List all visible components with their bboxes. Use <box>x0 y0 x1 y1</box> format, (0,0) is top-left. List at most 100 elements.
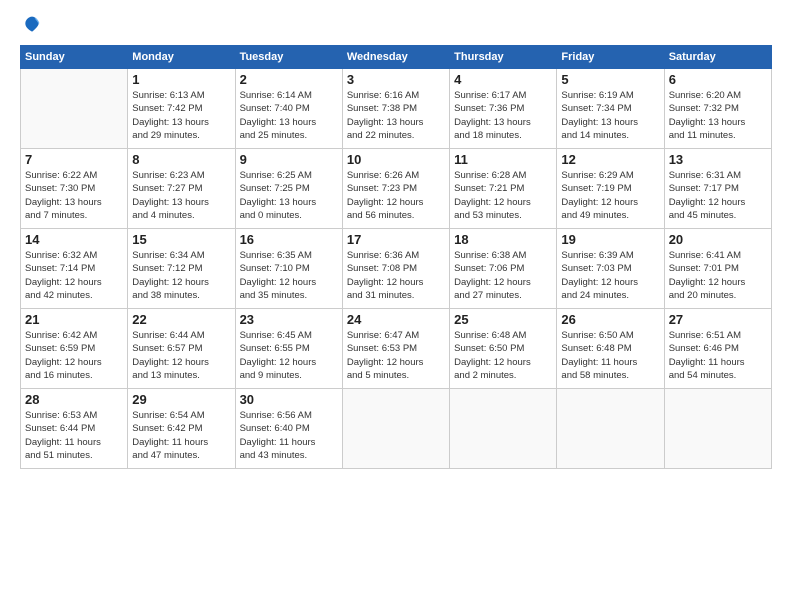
day-number: 24 <box>347 312 445 327</box>
day-info: Sunrise: 6:26 AM Sunset: 7:23 PM Dayligh… <box>347 169 445 222</box>
calendar-cell: 29 Sunrise: 6:54 AM Sunset: 6:42 PM Dayli… <box>128 389 235 469</box>
calendar-header-day: Thursday <box>450 46 557 69</box>
day-info: Sunrise: 6:41 AM Sunset: 7:01 PM Dayligh… <box>669 249 767 302</box>
day-number: 25 <box>454 312 552 327</box>
day-info: Sunrise: 6:13 AM Sunset: 7:42 PM Dayligh… <box>132 89 230 142</box>
day-number: 20 <box>669 232 767 247</box>
logo <box>20 15 42 35</box>
day-number: 19 <box>561 232 659 247</box>
calendar-cell: 27 Sunrise: 6:51 AM Sunset: 6:46 PM Dayli… <box>664 309 771 389</box>
day-info: Sunrise: 6:39 AM Sunset: 7:03 PM Dayligh… <box>561 249 659 302</box>
calendar-week-row: 14 Sunrise: 6:32 AM Sunset: 7:14 PM Dayli… <box>21 229 772 309</box>
day-info: Sunrise: 6:44 AM Sunset: 6:57 PM Dayligh… <box>132 329 230 382</box>
day-info: Sunrise: 6:45 AM Sunset: 6:55 PM Dayligh… <box>240 329 338 382</box>
day-info: Sunrise: 6:48 AM Sunset: 6:50 PM Dayligh… <box>454 329 552 382</box>
calendar-cell: 3Sunrise: 6:16 AM Sunset: 7:38 PM Daylig… <box>342 69 449 149</box>
calendar-cell <box>21 69 128 149</box>
day-info: Sunrise: 6:42 AM Sunset: 6:59 PM Dayligh… <box>25 329 123 382</box>
day-number: 27 <box>669 312 767 327</box>
day-number: 5 <box>561 72 659 87</box>
day-info: Sunrise: 6:23 AM Sunset: 7:27 PM Dayligh… <box>132 169 230 222</box>
day-info: Sunrise: 6:51 AM Sunset: 6:46 PM Dayligh… <box>669 329 767 382</box>
calendar-cell: 30Sunrise: 6:56 AM Sunset: 6:40 PM Dayli… <box>235 389 342 469</box>
day-info: Sunrise: 6:25 AM Sunset: 7:25 PM Dayligh… <box>240 169 338 222</box>
day-number: 14 <box>25 232 123 247</box>
calendar-cell <box>664 389 771 469</box>
calendar-cell: 28 Sunrise: 6:53 AM Sunset: 6:44 PM Dayli… <box>21 389 128 469</box>
calendar-cell: 14 Sunrise: 6:32 AM Sunset: 7:14 PM Dayli… <box>21 229 128 309</box>
day-number: 16 <box>240 232 338 247</box>
calendar-cell: 1Sunrise: 6:13 AM Sunset: 7:42 PM Daylig… <box>128 69 235 149</box>
day-info: Sunrise: 6:19 AM Sunset: 7:34 PM Dayligh… <box>561 89 659 142</box>
calendar-week-row: 7 Sunrise: 6:22 AM Sunset: 7:30 PM Daylig… <box>21 149 772 229</box>
day-number: 21 <box>25 312 123 327</box>
day-info: Sunrise: 6:32 AM Sunset: 7:14 PM Dayligh… <box>25 249 123 302</box>
calendar-header-day: Saturday <box>664 46 771 69</box>
calendar-cell: 13 Sunrise: 6:31 AM Sunset: 7:17 PM Dayli… <box>664 149 771 229</box>
day-info: Sunrise: 6:54 AM Sunset: 6:42 PM Dayligh… <box>132 409 230 462</box>
calendar-cell: 9 Sunrise: 6:25 AM Sunset: 7:25 PM Daylig… <box>235 149 342 229</box>
day-info: Sunrise: 6:50 AM Sunset: 6:48 PM Dayligh… <box>561 329 659 382</box>
calendar-cell: 26 Sunrise: 6:50 AM Sunset: 6:48 PM Dayli… <box>557 309 664 389</box>
day-number: 29 <box>132 392 230 407</box>
day-number: 4 <box>454 72 552 87</box>
calendar-body: 1Sunrise: 6:13 AM Sunset: 7:42 PM Daylig… <box>21 69 772 469</box>
day-info: Sunrise: 6:34 AM Sunset: 7:12 PM Dayligh… <box>132 249 230 302</box>
day-number: 13 <box>669 152 767 167</box>
calendar-cell: 22Sunrise: 6:44 AM Sunset: 6:57 PM Dayli… <box>128 309 235 389</box>
calendar-cell: 20 Sunrise: 6:41 AM Sunset: 7:01 PM Dayli… <box>664 229 771 309</box>
day-info: Sunrise: 6:56 AM Sunset: 6:40 PM Dayligh… <box>240 409 338 462</box>
calendar-cell: 19 Sunrise: 6:39 AM Sunset: 7:03 PM Dayli… <box>557 229 664 309</box>
day-info: Sunrise: 6:36 AM Sunset: 7:08 PM Dayligh… <box>347 249 445 302</box>
day-info: Sunrise: 6:53 AM Sunset: 6:44 PM Dayligh… <box>25 409 123 462</box>
day-number: 2 <box>240 72 338 87</box>
calendar-cell <box>557 389 664 469</box>
day-info: Sunrise: 6:38 AM Sunset: 7:06 PM Dayligh… <box>454 249 552 302</box>
calendar-cell: 11 Sunrise: 6:28 AM Sunset: 7:21 PM Dayli… <box>450 149 557 229</box>
day-number: 11 <box>454 152 552 167</box>
calendar-header-row: SundayMondayTuesdayWednesdayThursdayFrid… <box>21 46 772 69</box>
day-number: 26 <box>561 312 659 327</box>
day-number: 28 <box>25 392 123 407</box>
day-number: 7 <box>25 152 123 167</box>
day-number: 9 <box>240 152 338 167</box>
day-info: Sunrise: 6:17 AM Sunset: 7:36 PM Dayligh… <box>454 89 552 142</box>
calendar-header-day: Wednesday <box>342 46 449 69</box>
calendar-cell: 24 Sunrise: 6:47 AM Sunset: 6:53 PM Dayli… <box>342 309 449 389</box>
calendar-cell: 2 Sunrise: 6:14 AM Sunset: 7:40 PM Daylig… <box>235 69 342 149</box>
day-number: 18 <box>454 232 552 247</box>
calendar-week-row: 21 Sunrise: 6:42 AM Sunset: 6:59 PM Dayli… <box>21 309 772 389</box>
calendar-cell: 25 Sunrise: 6:48 AM Sunset: 6:50 PM Dayli… <box>450 309 557 389</box>
calendar-cell: 23 Sunrise: 6:45 AM Sunset: 6:55 PM Dayli… <box>235 309 342 389</box>
calendar-cell <box>342 389 449 469</box>
calendar-header-day: Monday <box>128 46 235 69</box>
calendar-cell <box>450 389 557 469</box>
calendar-cell: 21 Sunrise: 6:42 AM Sunset: 6:59 PM Dayli… <box>21 309 128 389</box>
day-info: Sunrise: 6:22 AM Sunset: 7:30 PM Dayligh… <box>25 169 123 222</box>
day-info: Sunrise: 6:31 AM Sunset: 7:17 PM Dayligh… <box>669 169 767 222</box>
day-info: Sunrise: 6:20 AM Sunset: 7:32 PM Dayligh… <box>669 89 767 142</box>
calendar-week-row: 1Sunrise: 6:13 AM Sunset: 7:42 PM Daylig… <box>21 69 772 149</box>
calendar-header-day: Friday <box>557 46 664 69</box>
logo-icon <box>22 15 42 35</box>
day-info: Sunrise: 6:47 AM Sunset: 6:53 PM Dayligh… <box>347 329 445 382</box>
day-number: 6 <box>669 72 767 87</box>
calendar-table: SundayMondayTuesdayWednesdayThursdayFrid… <box>20 45 772 469</box>
day-number: 23 <box>240 312 338 327</box>
day-number: 12 <box>561 152 659 167</box>
calendar-cell: 15 Sunrise: 6:34 AM Sunset: 7:12 PM Dayli… <box>128 229 235 309</box>
calendar-cell: 12 Sunrise: 6:29 AM Sunset: 7:19 PM Dayli… <box>557 149 664 229</box>
calendar-cell: 8Sunrise: 6:23 AM Sunset: 7:27 PM Daylig… <box>128 149 235 229</box>
day-info: Sunrise: 6:14 AM Sunset: 7:40 PM Dayligh… <box>240 89 338 142</box>
calendar-week-row: 28 Sunrise: 6:53 AM Sunset: 6:44 PM Dayli… <box>21 389 772 469</box>
calendar-cell: 6 Sunrise: 6:20 AM Sunset: 7:32 PM Daylig… <box>664 69 771 149</box>
calendar-cell: 5 Sunrise: 6:19 AM Sunset: 7:34 PM Daylig… <box>557 69 664 149</box>
day-number: 15 <box>132 232 230 247</box>
day-number: 3 <box>347 72 445 87</box>
day-number: 10 <box>347 152 445 167</box>
calendar-cell: 17Sunrise: 6:36 AM Sunset: 7:08 PM Dayli… <box>342 229 449 309</box>
day-info: Sunrise: 6:28 AM Sunset: 7:21 PM Dayligh… <box>454 169 552 222</box>
day-info: Sunrise: 6:35 AM Sunset: 7:10 PM Dayligh… <box>240 249 338 302</box>
day-info: Sunrise: 6:29 AM Sunset: 7:19 PM Dayligh… <box>561 169 659 222</box>
calendar-cell: 16 Sunrise: 6:35 AM Sunset: 7:10 PM Dayli… <box>235 229 342 309</box>
